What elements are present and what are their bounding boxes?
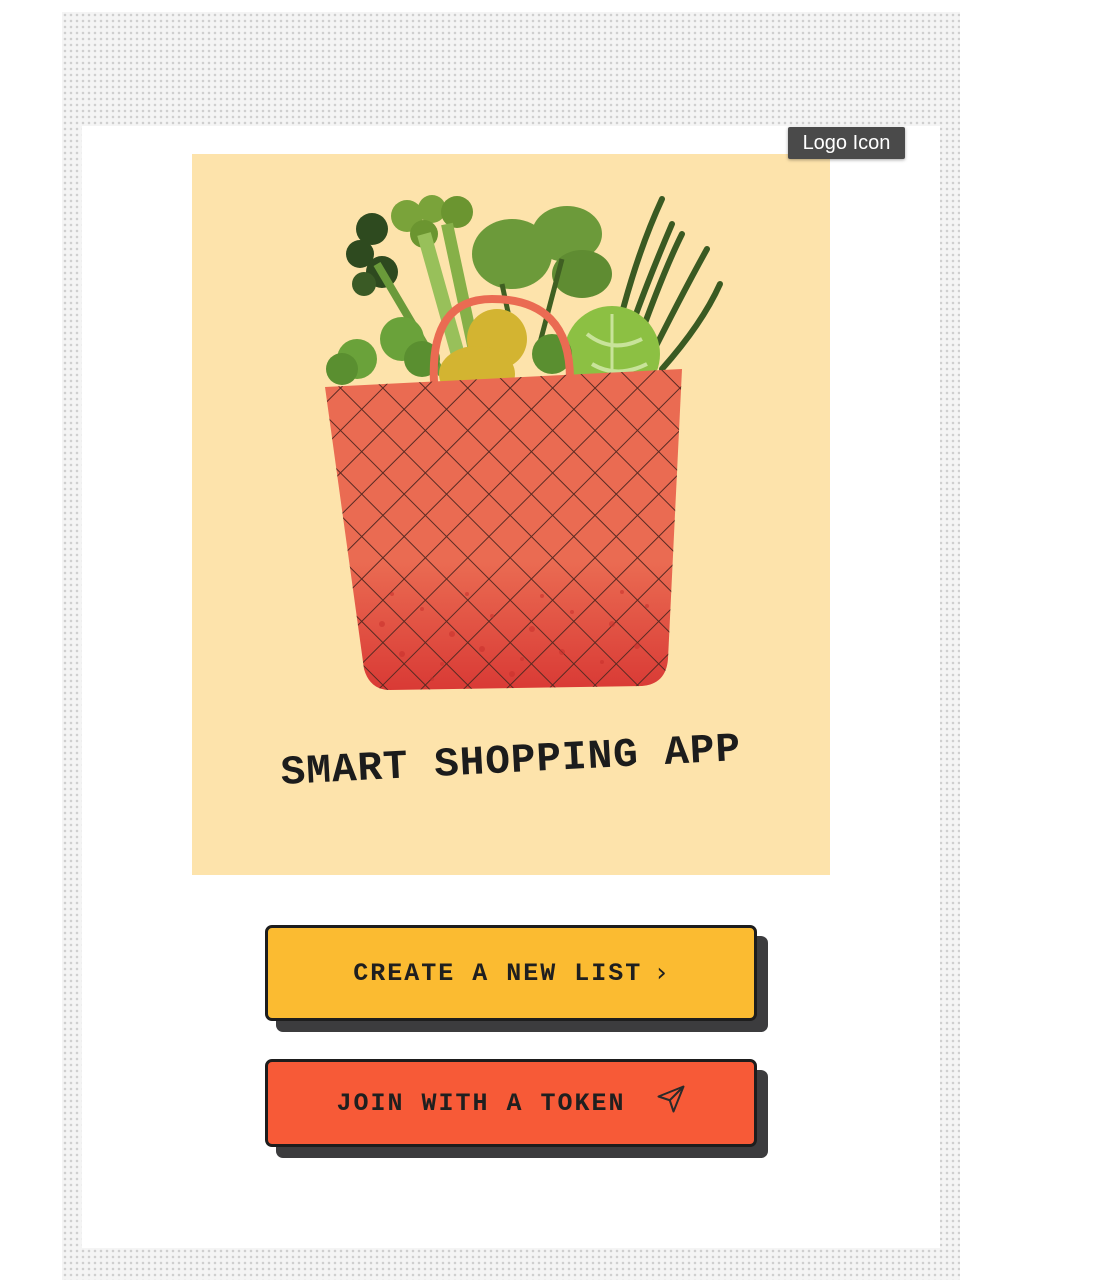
chevron-right-icon: › [656,958,669,988]
app-page: SMART SHOPPING APP Logo Icon CREATE A NE… [0,0,1097,1280]
join-token-wrapper: JOIN WITH A TOKEN [265,1059,768,1158]
create-list-button[interactable]: CREATE A NEW LIST › [265,925,757,1021]
create-list-label: CREATE A NEW LIST [353,958,643,988]
logo-icon: SMART SHOPPING APP [192,154,830,875]
join-token-label: JOIN WITH A TOKEN [336,1088,626,1118]
create-list-wrapper: CREATE A NEW LIST › [265,925,768,1032]
logo-tooltip: Logo Icon [788,127,905,159]
paper-plane-icon [656,1084,686,1122]
join-token-button[interactable]: JOIN WITH A TOKEN [265,1059,757,1147]
